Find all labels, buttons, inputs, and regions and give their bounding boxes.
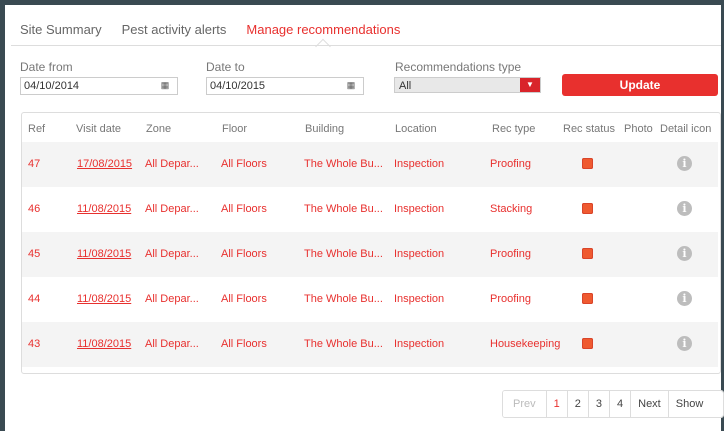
tab-bar: Site Summary Pest activity alerts Manage… [20,22,400,42]
cell-visit-date[interactable]: 11/08/2015 [77,293,131,305]
chevron-down-icon[interactable]: ▼ [520,78,540,92]
cell-location: Inspection [394,158,445,170]
cell-ref: 45 [28,248,41,260]
cell-zone: All Depar... [145,158,199,170]
date-to-value: 04/10/2015 [210,80,266,92]
table-row: 47 17/08/2015 All Depar... All Floors Th… [22,142,718,187]
page-button-2[interactable]: 2 [567,391,589,417]
column-header-floor: Floor [222,123,248,135]
page-button-4[interactable]: 4 [610,391,632,417]
cell-floor: All Floors [221,293,267,305]
rec-type-label: Recommendations type [395,60,522,74]
cell-visit-date[interactable]: 11/08/2015 [77,338,131,350]
column-header-rec-status: Rec status [563,123,615,135]
cell-building: The Whole Bu... [304,338,383,350]
cell-ref: 47 [28,158,41,170]
next-page-button[interactable]: Next [631,391,669,417]
cell-zone: All Depar... [145,203,199,215]
cell-building: The Whole Bu... [304,293,383,305]
calendar-icon[interactable]: ▦ [345,80,357,90]
page-button-1[interactable]: 1 [546,391,568,417]
info-icon[interactable]: i [677,201,692,216]
cell-building: The Whole Bu... [304,158,383,170]
cell-rec-type: Housekeeping [490,338,561,350]
cell-rec-type: Proofing [490,248,531,260]
cell-location: Inspection [394,203,445,215]
cell-ref: 44 [28,293,41,305]
cell-location: Inspection [394,248,445,260]
tab-pest-activity-alerts[interactable]: Pest activity alerts [122,22,227,42]
column-header-detail-icon: Detail icon [660,123,712,135]
rec-status-indicator [582,203,593,214]
prev-page-button[interactable]: Prev [503,391,547,417]
cell-zone: All Depar... [145,293,199,305]
column-header-location: Location [395,123,437,135]
info-icon[interactable]: i [677,336,692,351]
show-100-button[interactable]: Show 100 [668,391,723,417]
cell-zone: All Depar... [145,338,199,350]
cell-visit-date[interactable]: 17/08/2015 [77,158,132,170]
cell-location: Inspection [394,293,445,305]
cell-floor: All Floors [221,203,267,215]
column-header-photo: Photo [624,123,653,135]
table-row: 46 11/08/2015 All Depar... All Floors Th… [22,187,718,232]
cell-location: Inspection [394,338,445,350]
rec-type-select[interactable]: All ▼ [394,77,541,93]
cell-building: The Whole Bu... [304,248,383,260]
date-from-label: Date from [20,60,73,74]
tab-site-summary[interactable]: Site Summary [20,22,102,42]
rec-status-indicator [582,158,593,169]
rec-status-indicator [582,293,593,304]
cell-floor: All Floors [221,338,267,350]
cell-ref: 43 [28,338,41,350]
date-from-input[interactable]: 04/10/2014 [20,77,178,95]
cell-building: The Whole Bu... [304,203,383,215]
column-header-zone: Zone [146,123,172,135]
cell-floor: All Floors [221,158,267,170]
date-from-value: 04/10/2014 [24,80,80,92]
rec-status-indicator [582,248,593,259]
rec-type-value: All [399,80,412,92]
table-row: 43 11/08/2015 All Depar... All Floors Th… [22,322,718,367]
info-icon[interactable]: i [677,156,692,171]
cell-floor: All Floors [221,248,267,260]
cell-rec-type: Proofing [490,293,531,305]
column-header-building: Building [305,123,345,135]
cell-visit-date[interactable]: 11/08/2015 [77,248,131,260]
column-header-rec-type: Rec type [492,123,536,135]
table-row: 44 11/08/2015 All Depar... All Floors Th… [22,277,718,322]
pagination: Prev 1 2 3 4 Next Show 100 [502,390,724,418]
table-row: 45 11/08/2015 All Depar... All Floors Th… [22,232,718,277]
date-to-input[interactable]: 04/10/2015 [206,77,364,95]
info-icon[interactable]: i [677,246,692,261]
calendar-icon[interactable]: ▦ [159,80,171,90]
rec-status-indicator [582,338,593,349]
page-button-3[interactable]: 3 [588,391,610,417]
info-icon[interactable]: i [677,291,692,306]
date-to-label: Date to [206,60,245,74]
cell-visit-date[interactable]: 11/08/2015 [77,203,131,215]
column-header-visit-date: Visit date [76,123,122,135]
update-button[interactable]: Update [562,74,718,96]
cell-rec-type: Proofing [490,158,531,170]
cell-ref: 46 [28,203,41,215]
cell-zone: All Depar... [145,248,199,260]
cell-rec-type: Stacking [490,203,533,215]
tab-manage-recommendations[interactable]: Manage recommendations [246,22,400,42]
tab-divider [11,45,721,46]
column-header-ref: Ref [28,123,46,135]
